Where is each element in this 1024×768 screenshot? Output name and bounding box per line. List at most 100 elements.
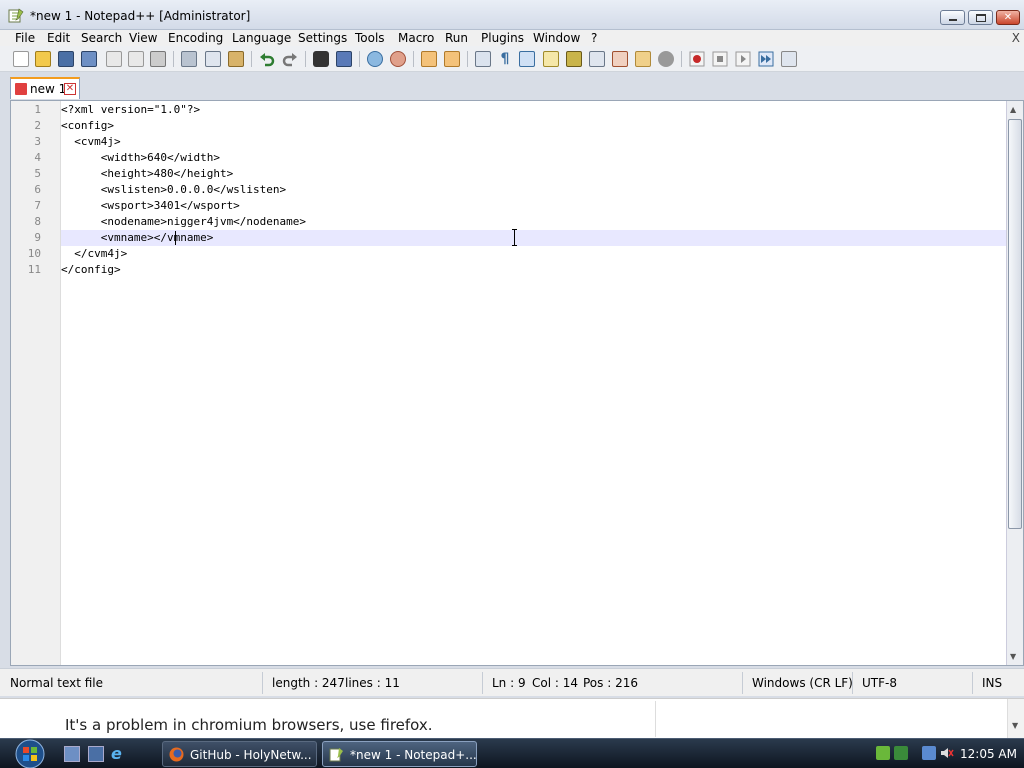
menu-settings[interactable]: Settings — [298, 30, 347, 46]
record-dot-icon — [689, 51, 705, 67]
taskbar-firefox[interactable]: GitHub - HolyNetw... — [162, 741, 317, 767]
status-encoding[interactable]: UTF-8 — [862, 676, 897, 690]
code-line[interactable]: <height>480</height> — [61, 166, 233, 182]
volume-muted-icon[interactable] — [940, 746, 954, 760]
update-icon[interactable] — [894, 746, 908, 760]
stop-square-icon — [712, 51, 728, 67]
code-line[interactable]: <?xml version="1.0"?> — [61, 102, 200, 118]
network-status-icon[interactable] — [876, 746, 890, 760]
sync-vertical-icon[interactable] — [421, 51, 437, 67]
status-eol-format[interactable]: Windows (CR LF) — [752, 676, 853, 690]
user-language-icon[interactable] — [543, 51, 559, 67]
zoom-out-icon[interactable] — [390, 51, 406, 67]
tab-new-1[interactable]: new 1 ✕ — [10, 77, 80, 99]
scroll-up-icon[interactable]: ▲ — [1010, 105, 1016, 114]
show-all-characters-icon[interactable]: ¶ — [497, 51, 513, 67]
cut-icon[interactable] — [181, 51, 197, 67]
browser-scrollbar[interactable]: ▼ — [1007, 699, 1024, 739]
undo-icon[interactable] — [259, 51, 275, 67]
print-icon[interactable] — [150, 51, 166, 67]
code-line[interactable]: <config> — [61, 118, 114, 134]
paste-icon[interactable] — [228, 51, 244, 67]
taskbar-notepad-plus-plus[interactable]: *new 1 - Notepad+... — [322, 741, 477, 767]
menu-bar: File Edit Search View Encoding Language … — [0, 30, 1024, 46]
code-line[interactable]: <wslisten>0.0.0.0</wslisten> — [61, 182, 286, 198]
firefox-icon — [169, 747, 184, 762]
menu-plugins[interactable]: Plugins — [481, 30, 524, 46]
scroll-down-icon[interactable]: ▼ — [1010, 652, 1016, 661]
save-icon[interactable] — [58, 51, 74, 67]
function-list-icon[interactable] — [589, 51, 605, 67]
code-line[interactable]: </cvm4j> — [61, 246, 127, 262]
close-all-icon[interactable] — [128, 51, 144, 67]
editor[interactable]: 1 2 3 4 5 6 7 8 9 10 11 <?xml version="1… — [10, 100, 1024, 666]
switch-windows-icon[interactable] — [88, 746, 104, 762]
code-line[interactable]: <vmname></vmname> — [61, 230, 214, 246]
toolbar: ¶ — [0, 46, 1024, 72]
copy-icon[interactable] — [205, 51, 221, 67]
scroll-down-icon[interactable]: ▼ — [1012, 721, 1018, 730]
project-panel-icon[interactable] — [635, 51, 651, 67]
task-label: *new 1 - Notepad+... — [350, 748, 477, 762]
text-caret — [175, 231, 176, 245]
menu-macro[interactable]: Macro — [398, 30, 434, 46]
menu-help[interactable]: ? — [591, 30, 597, 46]
code-line[interactable]: <cvm4j> — [61, 134, 120, 150]
toolbar-separator — [305, 51, 306, 67]
speaker-mute-icon — [941, 748, 954, 758]
code-line[interactable]: <nodename>nigger4jvm</nodename> — [61, 214, 306, 230]
replace-icon[interactable] — [336, 51, 352, 67]
new-file-icon[interactable] — [13, 51, 29, 67]
line-number: 9 — [34, 231, 41, 244]
status-line: Ln : 9 — [492, 676, 526, 690]
minimize-icon — [949, 19, 957, 21]
zoom-in-icon[interactable] — [367, 51, 383, 67]
save-macro-icon[interactable] — [781, 51, 797, 67]
clock[interactable]: 12:05 AM — [960, 747, 1017, 761]
menu-encoding[interactable]: Encoding — [168, 30, 223, 46]
document-map-icon[interactable] — [566, 51, 582, 67]
title-bar[interactable]: *new 1 - Notepad++ [Administrator] ✕ — [0, 0, 1024, 30]
system-tray: 12:05 AM — [872, 741, 1024, 767]
line-number: 5 — [34, 167, 41, 180]
menu-run[interactable]: Run — [445, 30, 468, 46]
indent-guide-icon[interactable] — [519, 51, 535, 67]
record-macro-icon[interactable] — [689, 51, 705, 67]
minimize-button[interactable] — [940, 10, 965, 25]
menu-file[interactable]: File — [15, 30, 35, 46]
stop-macro-icon[interactable] — [712, 51, 728, 67]
sync-horizontal-icon[interactable] — [444, 51, 460, 67]
monitoring-icon[interactable] — [658, 51, 674, 67]
menu-search[interactable]: Search — [81, 30, 122, 46]
tab-close-icon[interactable]: ✕ — [64, 83, 76, 95]
close-window-button[interactable]: ✕ — [996, 10, 1020, 25]
code-line[interactable]: <width>640</width> — [61, 150, 220, 166]
code-line[interactable]: <wsport>3401</wsport> — [61, 198, 240, 214]
menu-edit[interactable]: Edit — [47, 30, 70, 46]
menu-window[interactable]: Window — [533, 30, 580, 46]
find-icon[interactable] — [313, 51, 329, 67]
close-file-icon[interactable] — [106, 51, 122, 67]
start-button[interactable] — [8, 739, 52, 768]
menu-language[interactable]: Language — [232, 30, 291, 46]
play-macro-icon[interactable] — [735, 51, 751, 67]
scrollbar-thumb[interactable] — [1008, 119, 1022, 529]
restore-icon — [976, 14, 986, 22]
redo-icon[interactable] — [282, 51, 298, 67]
open-folder-icon[interactable] — [35, 51, 51, 67]
maximize-button[interactable] — [968, 10, 993, 25]
network-icon[interactable] — [922, 746, 936, 760]
save-all-icon[interactable] — [81, 51, 97, 67]
menu-tools[interactable]: Tools — [355, 30, 385, 46]
internet-explorer-icon[interactable]: e — [111, 746, 127, 762]
close-document-button[interactable]: X — [1012, 30, 1020, 46]
run-macro-multiple-icon[interactable] — [758, 51, 774, 67]
menu-view[interactable]: View — [129, 30, 157, 46]
status-length: length : 247 — [272, 676, 345, 690]
folder-workspace-icon[interactable] — [612, 51, 628, 67]
toolbar-separator — [681, 51, 682, 67]
show-desktop-icon[interactable] — [64, 746, 80, 762]
word-wrap-icon[interactable] — [475, 51, 491, 67]
code-line[interactable]: </config> — [61, 262, 121, 278]
vertical-scrollbar[interactable]: ▲ ▼ — [1006, 101, 1023, 665]
